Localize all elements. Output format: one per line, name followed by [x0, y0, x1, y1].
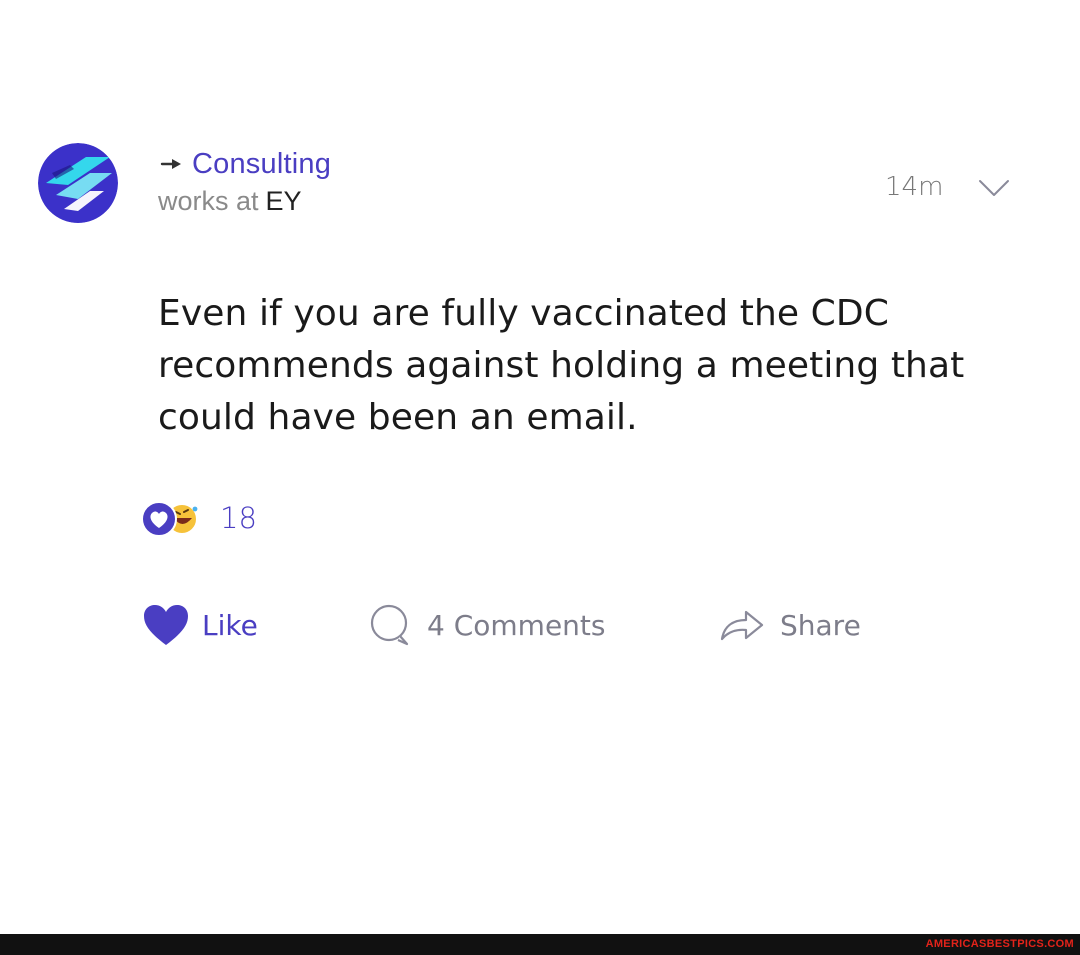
- post-timestamp: 14m: [885, 172, 944, 202]
- share-button[interactable]: Share: [718, 598, 861, 652]
- share-label: Share: [780, 608, 861, 642]
- channel-name: Consulting: [192, 147, 332, 180]
- post-body-line: recommends against holding a meeting tha…: [158, 345, 965, 386]
- reactions-summary[interactable]: 18: [140, 496, 257, 540]
- post-body: Even if you are fully vaccinated the CDC…: [158, 288, 998, 444]
- post-body-line: could have been an email.: [158, 397, 638, 438]
- post-actions: Like 4 Comments Share: [142, 598, 942, 652]
- company-name[interactable]: EY: [266, 186, 302, 216]
- reaction-count: 18: [220, 501, 257, 535]
- avatar[interactable]: [38, 143, 118, 223]
- channel-logo-icon: [38, 143, 118, 223]
- watermark: AMERICASBESTPICS.COM: [925, 938, 1074, 950]
- author-employer: works at EY: [158, 186, 302, 217]
- share-icon: [720, 610, 764, 641]
- comment-icon: [370, 604, 409, 646]
- channel-arrow-icon: [160, 159, 181, 169]
- reaction-icons: [140, 498, 206, 538]
- like-label: Like: [202, 608, 258, 642]
- channel-link[interactable]: Consulting: [160, 146, 331, 182]
- heart-icon: [144, 605, 188, 645]
- works-at-prefix: works at: [158, 186, 259, 216]
- heart-reaction-icon: [141, 501, 198, 537]
- chevron-down-icon[interactable]: [977, 177, 1011, 199]
- footer-bar: [0, 934, 1080, 955]
- comments-button[interactable]: 4 Comments: [367, 598, 606, 652]
- post-body-line: Even if you are fully vaccinated the CDC: [158, 293, 889, 334]
- post-card: Consulting works at EY 14m Even if you ar…: [0, 0, 1080, 955]
- comments-label: 4 Comments: [427, 608, 606, 642]
- like-button[interactable]: Like: [142, 598, 258, 652]
